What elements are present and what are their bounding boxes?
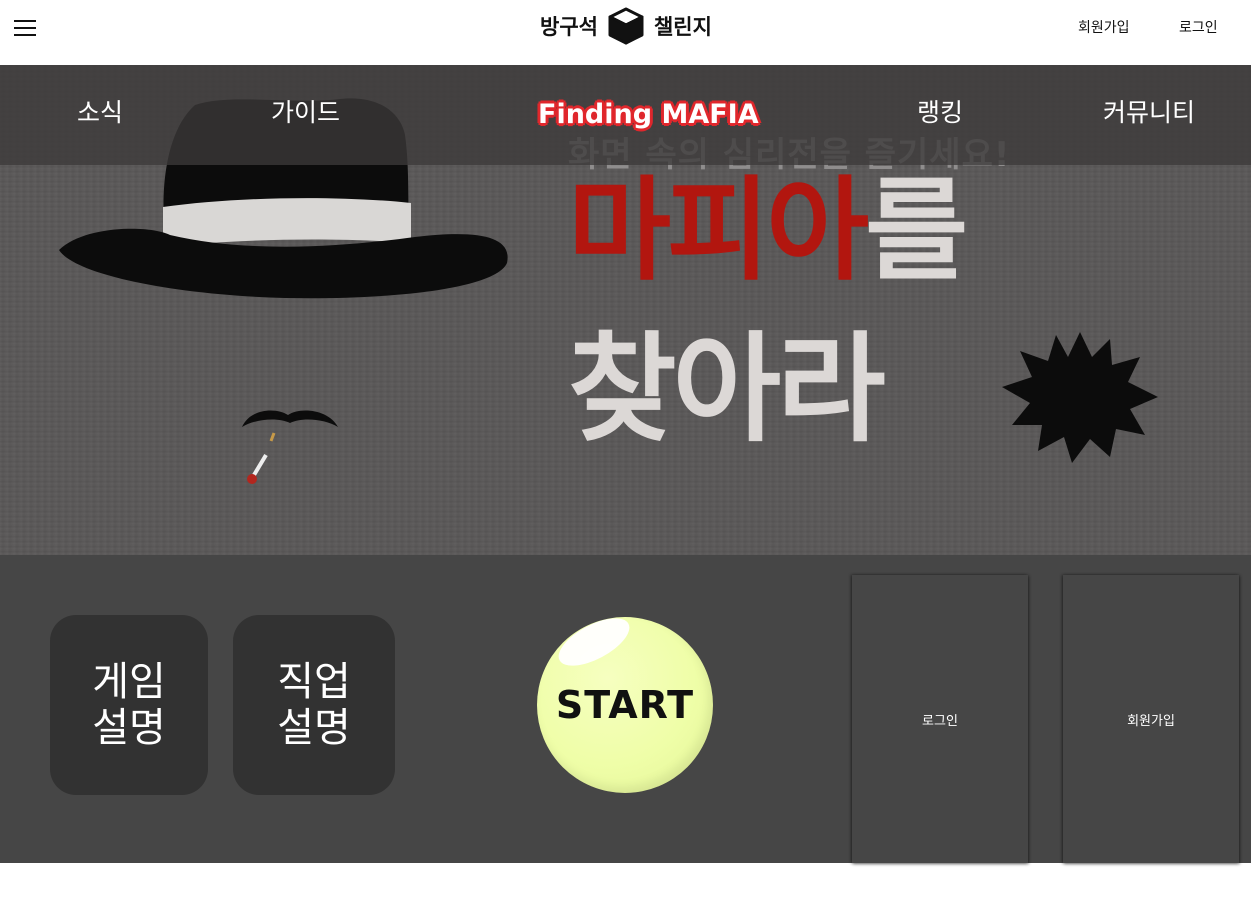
nav-game-title[interactable]: Finding MAFIA — [538, 99, 759, 130]
nav-ranking[interactable]: 랭킹 — [917, 93, 963, 129]
nav-community[interactable]: 커뮤니티 — [1103, 93, 1195, 129]
login-card[interactable]: 로그인 — [852, 575, 1028, 863]
start-button[interactable]: START — [537, 608, 713, 793]
job-rules-line1: 직업 — [277, 659, 351, 705]
top-header: 방구석 챌린지 회원가입 로그인 — [0, 0, 1251, 65]
game-rules-line2: 설명 — [92, 705, 166, 751]
start-label: START — [555, 683, 695, 727]
signup-card-label: 회원가입 — [1127, 713, 1175, 729]
logo-text-right: 챌린지 — [653, 15, 712, 39]
header-login-link[interactable]: 로그인 — [1179, 17, 1218, 37]
login-card-label: 로그인 — [922, 713, 958, 729]
bullet-hole-image — [1002, 332, 1158, 463]
job-rules-button[interactable]: 직업 설명 — [233, 615, 395, 795]
headline-mafia: 마피아 — [568, 166, 869, 296]
site-logo[interactable]: 방구석 챌린지 — [540, 6, 712, 46]
main-navbar: 소식 가이드 Finding MAFIA 랭킹 커뮤니티 — [0, 65, 1251, 165]
hero-banner: 화면 속의 심리전을 즐기세요! 마피아를 찾아라 소식 가이드 Finding… — [0, 65, 1251, 555]
cigarette-image — [247, 432, 276, 484]
cube-icon — [608, 7, 644, 45]
signup-card[interactable]: 회원가입 — [1063, 575, 1239, 863]
job-rules-line2: 설명 — [277, 705, 351, 751]
game-rules-button[interactable]: 게임 설명 — [50, 615, 208, 795]
logo-text-left: 방구석 — [540, 15, 598, 39]
menu-icon[interactable] — [14, 20, 36, 37]
nav-guide[interactable]: 가이드 — [271, 93, 340, 129]
nav-news[interactable]: 소식 — [77, 93, 123, 129]
header-signup-link[interactable]: 회원가입 — [1078, 17, 1130, 37]
banner-headline-1: 마피아를 — [568, 175, 968, 287]
action-panel: 게임 설명 직업 설명 START 로그인 회원가입 — [0, 555, 1251, 863]
game-rules-line1: 게임 — [92, 659, 166, 705]
headline-suffix: 를 — [865, 166, 968, 296]
banner-headline-2: 찾아라 — [568, 320, 886, 458]
start-shine — [551, 608, 637, 676]
